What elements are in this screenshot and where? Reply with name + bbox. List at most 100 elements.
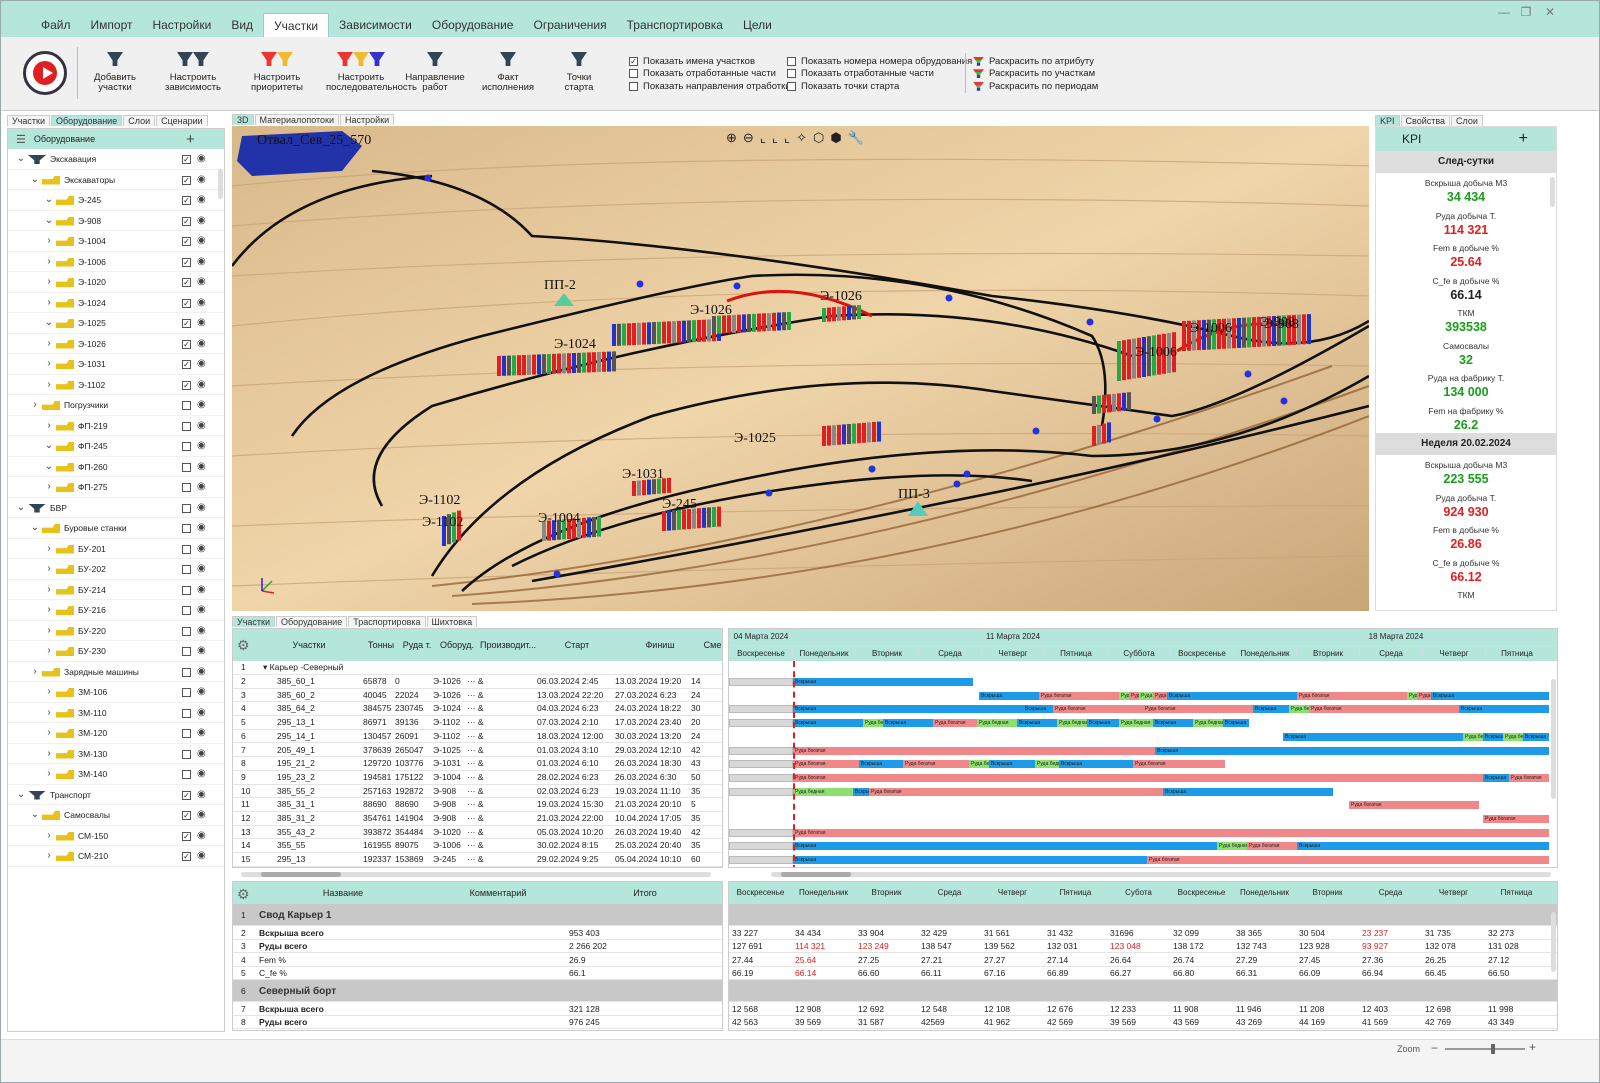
visibility-checkbox[interactable] [182,565,191,574]
gantt-bar[interactable]: Руда бедная [1463,732,1483,741]
mining-block[interactable] [1182,321,1186,351]
settings-gear-icon[interactable]: ⚙ [237,886,250,903]
eye-icon[interactable]: ◉ [197,416,206,437]
summary-row[interactable]: 1 Свод Карьер 1 [233,904,722,926]
menu-item-4[interactable]: Участки [263,13,330,37]
mining-block[interactable] [847,424,851,444]
ellipsis-button[interactable]: ··· & [467,798,484,812]
chevron-right-icon[interactable]: › [44,846,54,867]
eye-icon[interactable]: ◉ [197,621,206,642]
mining-block[interactable] [1117,393,1121,412]
table-row[interactable]: 2 385_60_1 65878 0 Э-1026 ··· & 06.03.2024 2:4… [233,675,722,689]
map-label[interactable]: ПП-2 [544,278,576,293]
mining-block[interactable] [1252,317,1256,348]
gantt-bar[interactable]: Руда бедная [977,719,1017,728]
mining-block[interactable] [667,510,671,531]
mining-block[interactable] [857,423,861,444]
mining-block[interactable] [602,351,606,372]
mining-block[interactable] [737,314,741,333]
close-icon[interactable]: ✕ [1541,5,1559,19]
summary-row[interactable]: 5 C_fe % 66.1 [233,967,722,980]
mining-block[interactable] [692,320,696,343]
gantt-bar[interactable]: Вскрыша [793,705,1023,714]
mining-block[interactable] [1122,340,1126,381]
tree-item[interactable]: ⌄ Э-1025 ✓ ◉ [8,313,224,334]
visibility-checkbox[interactable] [182,442,191,451]
checkbox[interactable] [629,81,638,91]
gantt-bar[interactable]: Вскрыша [793,678,973,686]
summary-day-header[interactable]: Среда [918,888,981,897]
tab-left_tabs-3[interactable]: Сценарии [156,115,208,126]
mining-block[interactable] [822,308,826,322]
mining-block[interactable] [872,422,876,442]
chevron-right-icon[interactable]: › [44,334,54,355]
ribbon-button-3[interactable]: Настроить последовательность [326,49,417,93]
chevron-right-icon[interactable]: › [44,764,54,785]
visibility-checkbox[interactable]: ✓ [182,155,191,164]
zoom-out-icon[interactable]: − [1431,1041,1438,1055]
tab-view_tabs-1[interactable]: Материалопотоки [254,114,340,125]
map-label[interactable]: Э-1006 [1190,321,1232,336]
summary-day-header[interactable]: Вторник [1296,888,1359,897]
summary-day-header[interactable]: Понедельник [1233,888,1296,897]
mining-block[interactable] [667,477,671,493]
eye-icon[interactable]: ◉ [197,231,206,252]
table-row[interactable]: 6 295_14_1 130457 26091 Э-1102 ··· & 18.03.202… [233,730,722,744]
gantt-bar[interactable]: Вскрыша [1155,746,1549,755]
gantt-bar[interactable]: Руда богатая [793,760,859,769]
gantt-bar[interactable]: Руда бедная [1119,691,1129,700]
tree-item[interactable]: › Зарядные машины ◉ [8,662,224,682]
mining-block[interactable] [1127,339,1131,380]
summary-day-header[interactable]: Четверг [981,888,1044,897]
eye-icon[interactable]: ◉ [197,826,206,847]
cube-wire-icon[interactable]: ⬡ [813,130,824,146]
mining-block[interactable] [712,316,716,334]
menu-item-6[interactable]: Оборудование [422,13,524,37]
gantt-bar[interactable]: Руда богатая [903,760,969,769]
map-label[interactable]: Э-245 [662,497,697,512]
gantt-bar[interactable] [729,760,793,769]
chevron-right-icon[interactable]: › [44,559,54,580]
chevron-right-icon[interactable]: › [44,682,54,703]
kpi-scrollbar[interactable] [1550,177,1555,207]
visibility-checkbox[interactable]: ✓ [182,811,191,820]
visibility-checkbox[interactable] [182,749,191,759]
mining-block[interactable] [1107,422,1111,443]
zoom-out-icon[interactable]: ⊖ [743,130,754,146]
gantt-bar[interactable]: Руда богатая [1509,773,1549,782]
gantt-bar[interactable]: Руда богатая [1129,691,1139,700]
map-label[interactable]: Отвал_Сев_25_570 [257,133,371,148]
table-row[interactable]: 5 295_13_1 86971 39136 Э-1102 ··· & 07.03.2024… [233,716,722,730]
tab-view_tabs-0[interactable]: 3D [232,114,254,125]
summary-day-header[interactable]: Пятница [1044,888,1107,897]
mining-block[interactable] [642,322,646,345]
tree-item[interactable]: › Э-1004 ✓ ◉ [8,231,224,252]
map-label[interactable]: Э-1031 [622,467,664,482]
gantt-bar[interactable]: Руда богатая [933,719,977,728]
ellipsis-button[interactable]: ··· & [467,812,484,826]
visibility-checkbox[interactable] [182,667,191,677]
ellipsis-button[interactable]: ··· & [467,675,484,689]
restore-icon[interactable]: ❐ [1517,5,1535,19]
visibility-checkbox[interactable]: ✓ [182,216,191,226]
chevron-right-icon[interactable]: › [44,539,54,560]
mining-block[interactable] [1232,318,1236,349]
mining-block[interactable] [877,421,881,442]
mining-block[interactable] [632,323,636,346]
table-row[interactable]: 11 385_31_1 88690 88690 Э-908 ··· & 19.03.2024… [233,798,722,812]
mining-block[interactable] [867,422,871,443]
visibility-checkbox[interactable] [182,421,191,431]
tab-kpi_tabs-1[interactable]: Свойства [1400,115,1451,126]
visibility-checkbox[interactable] [182,708,191,718]
ellipsis-button[interactable]: ··· & [467,757,484,771]
mining-block[interactable] [1092,426,1096,446]
visibility-checkbox[interactable]: ✓ [182,380,191,390]
tab-left_tabs-1[interactable]: Оборудование [51,115,123,126]
tree-item[interactable]: ⌄ Экскаваторы ✓ ◉ [8,170,224,190]
chevron-right-icon[interactable]: › [44,354,54,375]
mining-block[interactable] [862,422,866,443]
map-label[interactable]: Э-1006 [1135,345,1177,360]
chevron-right-icon[interactable]: › [44,826,54,847]
gantt-bar[interactable]: Руда бедная [1193,719,1223,728]
tree-item[interactable]: › Э-1006 ✓ ◉ [8,252,224,272]
